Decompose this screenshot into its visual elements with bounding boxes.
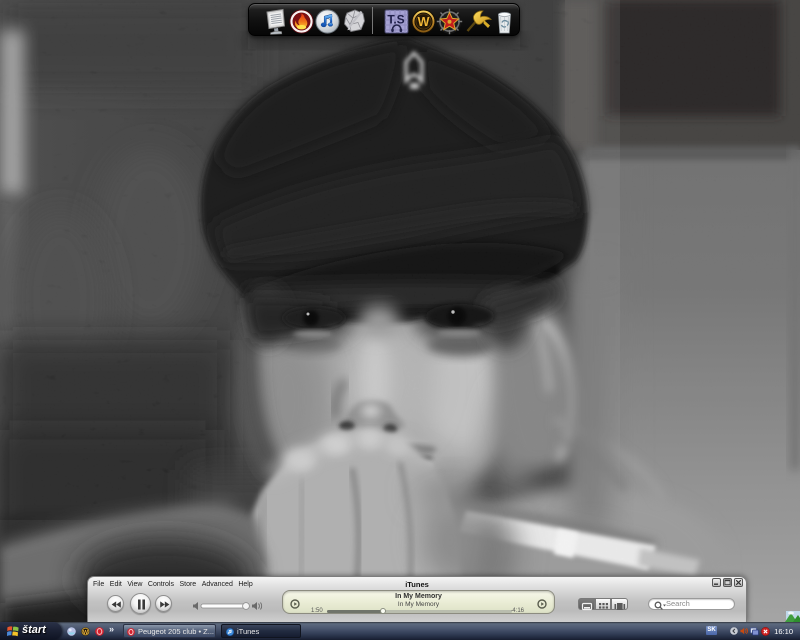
- svg-text:W: W: [417, 15, 429, 29]
- svg-text:W: W: [83, 629, 89, 635]
